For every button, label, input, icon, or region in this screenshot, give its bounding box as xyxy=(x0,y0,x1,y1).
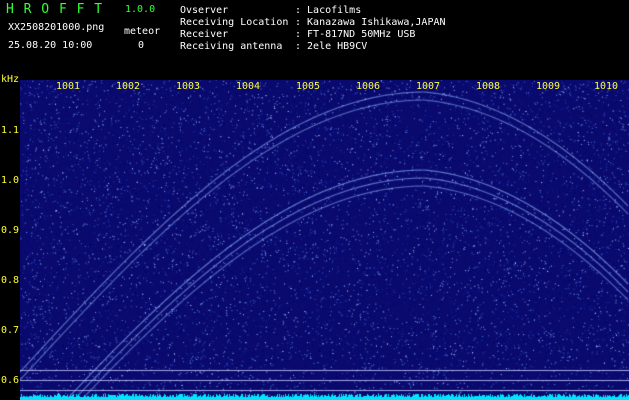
y-tick-label: 1.0 xyxy=(1,175,20,186)
y-tick-label: 0.8 xyxy=(1,275,20,286)
x-tick-label: 1007 xyxy=(415,81,441,92)
y-tick-label: 0.6 xyxy=(1,375,20,386)
y-tick-label: 0.7 xyxy=(1,325,20,336)
receiver-value: : FT-817ND 50MHz USB xyxy=(295,29,416,40)
x-tick-label: 1002 xyxy=(115,81,141,92)
x-tick-label: 1003 xyxy=(175,81,201,92)
y-tick-label: 0.9 xyxy=(1,225,20,236)
observer-value: : Lacofilms xyxy=(295,5,362,16)
x-tick-label: 1005 xyxy=(295,81,321,92)
y-axis-unit: kHz xyxy=(1,74,20,85)
location-value: : Kanazawa Ishikawa,JAPAN xyxy=(295,17,446,28)
meteor-label: meteor xyxy=(124,26,161,37)
meteor-count: 0 xyxy=(138,40,145,51)
app-name: H R O F F T xyxy=(6,2,104,17)
x-tick-label: 1010 xyxy=(593,81,619,92)
file-name: XX2508201000.png xyxy=(8,22,105,33)
x-tick-label: 1009 xyxy=(535,81,561,92)
antenna-label: Receiving antenna xyxy=(180,41,283,52)
capture-datetime: 25.08.20 10:00 xyxy=(8,40,93,51)
x-tick-label: 1001 xyxy=(55,81,81,92)
app-version: 1.0.0 xyxy=(125,4,156,15)
x-tick-label: 1006 xyxy=(355,81,381,92)
observer-label: Ovserver xyxy=(180,5,229,16)
location-label: Receiving Location xyxy=(180,17,289,28)
x-tick-label: 1004 xyxy=(235,81,261,92)
antenna-value: : 2ele HB9CV xyxy=(295,41,368,52)
y-tick-label: 1.1 xyxy=(1,125,20,136)
x-tick-label: 1008 xyxy=(475,81,501,92)
spectrogram-waterfall xyxy=(20,80,629,400)
hrofft-window: H R O F F T 1.0.0 XX2508201000.png 25.08… xyxy=(0,0,629,400)
receiver-label: Receiver xyxy=(180,29,229,40)
